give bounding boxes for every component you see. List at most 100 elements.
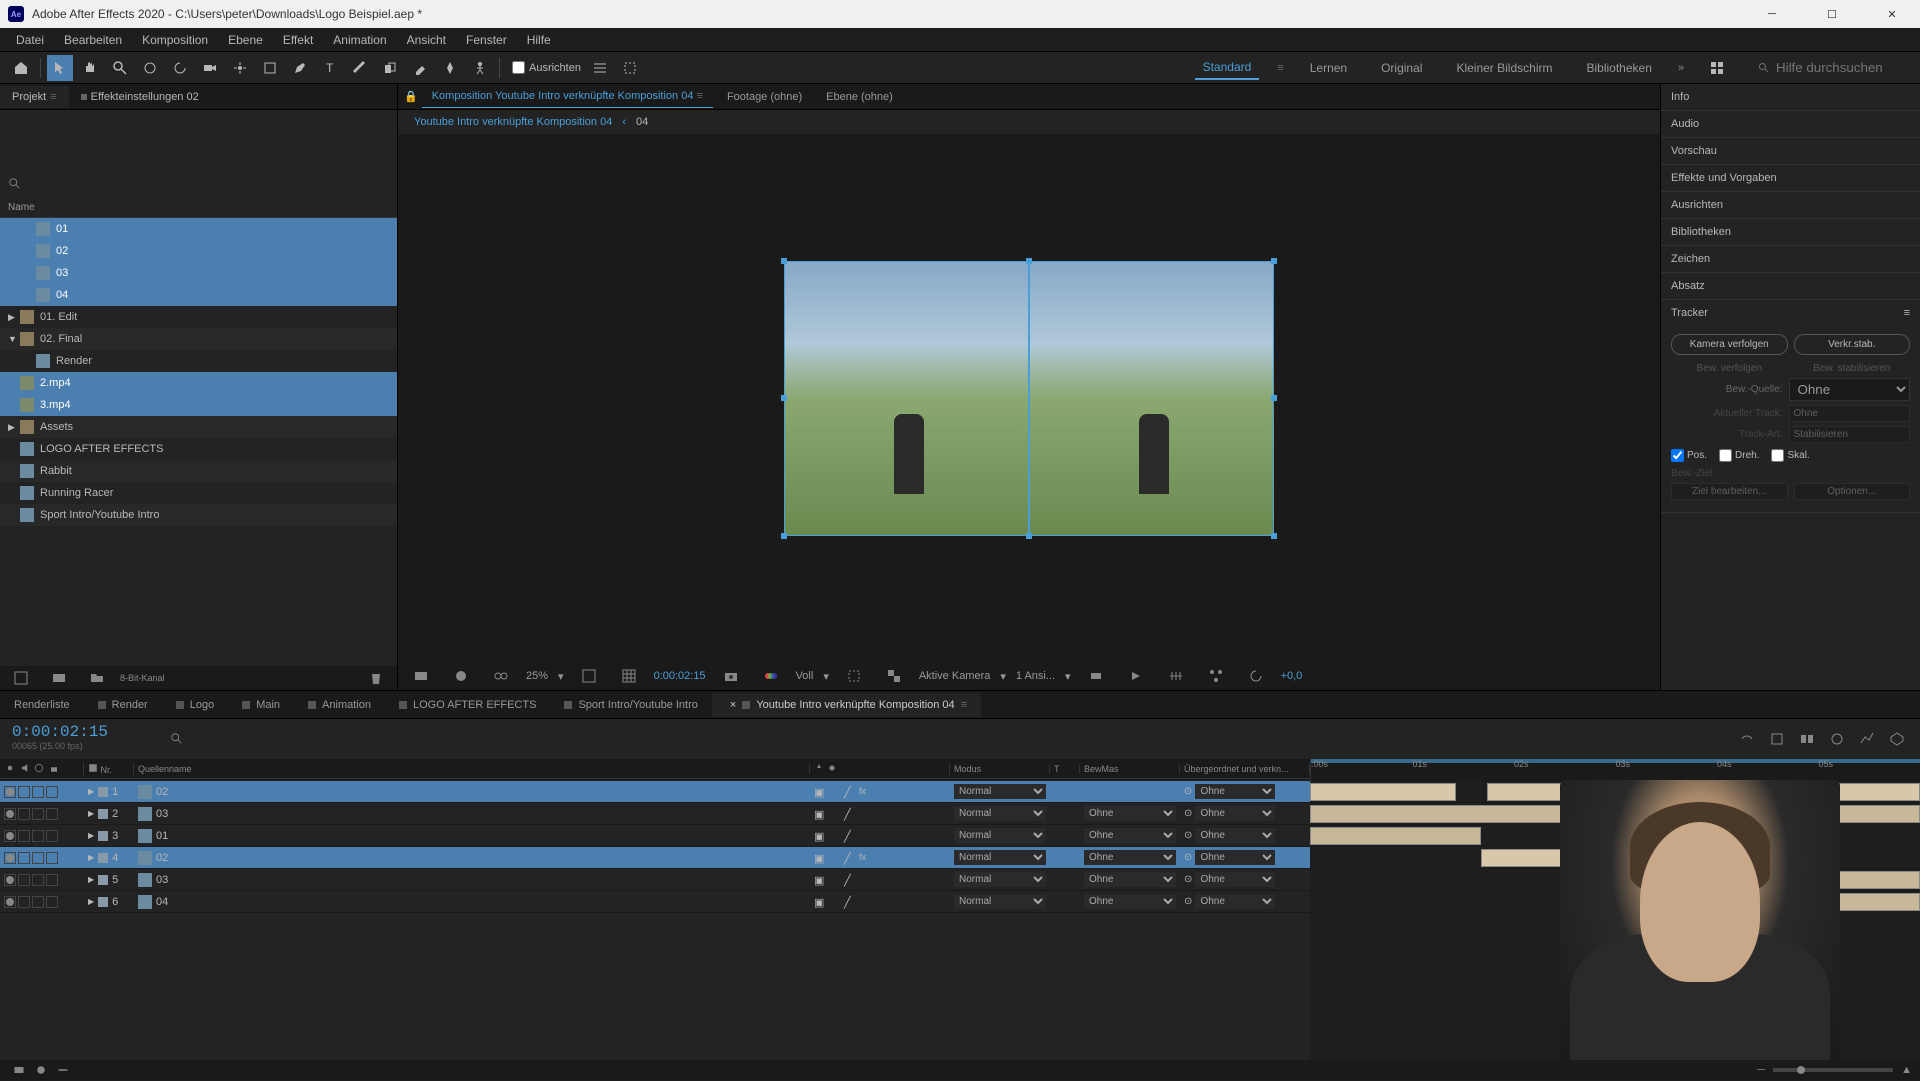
zoom-level[interactable]: 25% [526,670,548,682]
channel-icon[interactable] [758,663,784,689]
check-dreh[interactable]: Dreh. [1719,449,1759,462]
snap-checkbox[interactable]: Ausrichten [512,61,581,74]
grid-icon[interactable] [616,663,642,689]
zoom-out-icon[interactable]: ─ [1757,1064,1765,1076]
pixel-aspect-icon[interactable] [1083,663,1109,689]
exposure-value[interactable]: +0,0 [1281,670,1303,682]
snap-options-icon[interactable] [587,55,613,81]
fast-preview-icon[interactable] [1123,663,1149,689]
orbit-tool[interactable] [137,55,163,81]
menu-komposition[interactable]: Komposition [132,29,218,51]
tree-item-03[interactable]: 03 [0,262,397,284]
tl-tab-main[interactable]: Main [228,693,294,717]
panel-tracker[interactable]: Tracker≡ [1661,300,1920,326]
project-search[interactable] [0,170,397,198]
close-button[interactable]: ✕ [1872,4,1912,24]
layer-row-2[interactable]: ▶2 03 ▣╱ Normal Ohne ⊙ Ohne [0,803,1310,825]
zoom-tool[interactable] [107,55,133,81]
tab-projekt[interactable]: Projekt ≡ [0,86,69,108]
tl-tab-logo[interactable]: Logo [162,693,228,717]
interpret-footage-icon[interactable] [8,665,34,691]
workspace-kleiner[interactable]: Kleiner Bildschirm [1448,57,1560,79]
help-search[interactable] [1750,58,1914,77]
tl-tab-animation[interactable]: Animation [294,693,385,717]
workspace-lernen[interactable]: Lernen [1302,57,1355,79]
tl-collapse-icon[interactable] [1766,728,1788,750]
tab-effekteinstellungen[interactable]: Effekteinstellungen 02 [69,86,211,108]
snapshot-icon[interactable] [718,663,744,689]
text-tool[interactable]: T [317,55,343,81]
panel-vorschau[interactable]: Vorschau [1661,138,1920,164]
breadcrumb-main[interactable]: Youtube Intro verknüpfte Komposition 04 [414,116,612,128]
help-search-input[interactable] [1776,60,1906,75]
panel-ausrichten[interactable]: Ausrichten [1661,192,1920,218]
breadcrumb-sub[interactable]: 04 [636,116,648,128]
tree-item-3-mp4[interactable]: 3.mp4 [0,394,397,416]
comp-tab-lock-icon[interactable]: 🔒 [404,90,418,103]
tree-item-running-racer[interactable]: Running Racer [0,482,397,504]
new-comp-icon[interactable] [46,665,72,691]
timeline-icon[interactable] [1163,663,1189,689]
tab-ebene[interactable]: Ebene (ohne) [816,86,903,108]
camera-tool[interactable] [197,55,223,81]
maximize-button[interactable]: ☐ [1812,4,1852,24]
zoom-slider[interactable] [1773,1068,1893,1072]
delete-icon[interactable] [363,665,389,691]
tl-tab-renderliste[interactable]: Renderliste [0,693,84,717]
panel-effekte[interactable]: Effekte und Vorgaben [1661,165,1920,191]
zoom-in-icon[interactable]: ▲ [1901,1064,1912,1076]
tab-komposition[interactable]: Komposition Youtube Intro verknüpfte Kom… [422,85,713,108]
parent-column[interactable]: Übergeordnet und verkn... [1180,764,1310,774]
workspace-reset-icon[interactable] [1704,55,1730,81]
layer-row-5[interactable]: ▶5 03 ▣╱ Normal Ohne ⊙ Ohne [0,869,1310,891]
panel-absatz[interactable]: Absatz [1661,273,1920,299]
menu-ansicht[interactable]: Ansicht [397,29,456,51]
menu-hilfe[interactable]: Hilfe [517,29,561,51]
views-select[interactable]: 1 Ansi... [1016,670,1055,682]
camera-select[interactable]: Aktive Kamera [919,670,991,682]
menu-ebene[interactable]: Ebene [218,29,273,51]
panel-bibliotheken[interactable]: Bibliotheken [1661,219,1920,245]
toggle-in-out-icon[interactable] [52,1059,74,1081]
tree-item-rabbit[interactable]: Rabbit [0,460,397,482]
layer-row-6[interactable]: ▶6 04 ▣╱ Normal Ohne ⊙ Ohne [0,891,1310,913]
menu-bearbeiten[interactable]: Bearbeiten [54,29,132,51]
menu-datei[interactable]: Datei [6,29,54,51]
tree-item-2-mp4[interactable]: 2.mp4 [0,372,397,394]
tree-item-logo-after-effects[interactable]: LOGO AFTER EFFECTS [0,438,397,460]
tl-tab-render[interactable]: Render [84,693,162,717]
selection-tool[interactable] [47,55,73,81]
workspace-original[interactable]: Original [1373,57,1430,79]
tl-shy-icon[interactable] [1736,728,1758,750]
toggle-switches-icon[interactable] [8,1059,30,1081]
tree-item-02--final[interactable]: ▼02. Final [0,328,397,350]
panel-info[interactable]: Info [1661,84,1920,110]
tl-frame-blend-icon[interactable] [1796,728,1818,750]
menu-fenster[interactable]: Fenster [456,29,517,51]
tree-item-01--edit[interactable]: ▶01. Edit [0,306,397,328]
brush-tool[interactable] [347,55,373,81]
tl-graph-icon[interactable] [1856,728,1878,750]
alpha-icon[interactable] [408,663,434,689]
tl-motion-blur-icon[interactable] [1826,728,1848,750]
minimize-button[interactable]: ─ [1752,4,1792,24]
tree-item-assets[interactable]: ▶Assets [0,416,397,438]
workspace-menu-icon[interactable]: ≡ [1277,62,1283,74]
tree-item-04[interactable]: 04 [0,284,397,306]
tl-tab-logo-ae[interactable]: LOGO AFTER EFFECTS [385,693,550,717]
project-name-header[interactable]: Name [0,198,397,218]
resolution-icon[interactable] [576,663,602,689]
puppet-tool[interactable] [467,55,493,81]
menu-animation[interactable]: Animation [323,29,396,51]
roi-icon[interactable] [841,663,867,689]
flowchart-icon[interactable] [1203,663,1229,689]
timeline-search[interactable] [170,719,230,759]
tl-tab-youtube-intro[interactable]: ×Youtube Intro verknüpfte Komposition 04… [712,693,981,717]
tl-tab-sport-intro[interactable]: Sport Intro/Youtube Intro [550,693,711,717]
clone-tool[interactable] [377,55,403,81]
tracker-camera-button[interactable]: Kamera verfolgen [1671,334,1788,355]
resolution-select[interactable]: Voll [796,670,814,682]
anchor-tool[interactable] [227,55,253,81]
tree-item-02[interactable]: 02 [0,240,397,262]
roto-tool[interactable] [437,55,463,81]
